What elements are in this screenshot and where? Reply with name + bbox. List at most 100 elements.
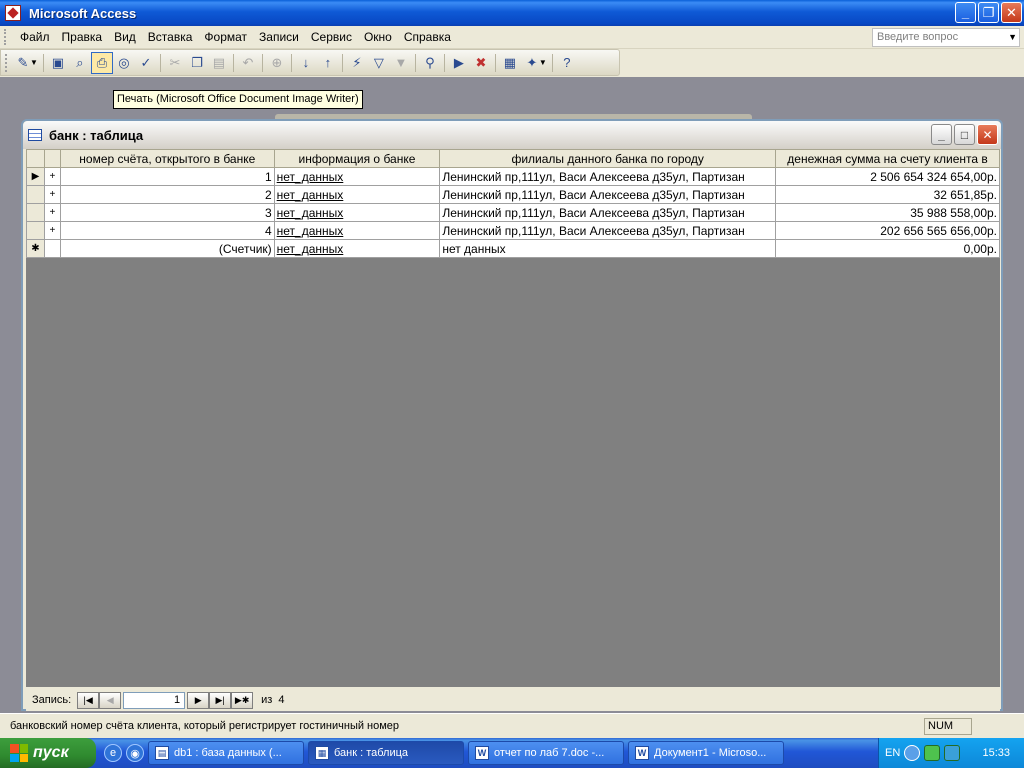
- record-selector-current[interactable]: ▶: [26, 167, 45, 186]
- network-icon[interactable]: [924, 745, 941, 761]
- menu-grip[interactable]: [4, 29, 8, 45]
- expand-subdatasheet-button[interactable]: +: [43, 167, 61, 186]
- tray-expand-icon[interactable]: [904, 745, 921, 761]
- child-minimize-button[interactable]: _: [931, 124, 952, 145]
- expand-subdatasheet-button[interactable]: +: [43, 203, 61, 222]
- cell-bank-info-link[interactable]: нет_данных: [273, 239, 441, 258]
- print-icon[interactable]: ⎙: [90, 51, 113, 74]
- restore-button[interactable]: ❐: [978, 2, 999, 23]
- menu-format[interactable]: Формат: [198, 30, 253, 44]
- menu-records[interactable]: Записи: [253, 30, 305, 44]
- child-close-button[interactable]: ✕: [977, 124, 998, 145]
- menu-window[interactable]: Окно: [358, 30, 398, 44]
- expand-subdatasheet-button[interactable]: +: [43, 221, 61, 240]
- cell-bank-info-link[interactable]: нет_данных: [273, 221, 441, 240]
- print-preview-icon[interactable]: ◎: [113, 52, 135, 74]
- cell-amount[interactable]: 2 506 654 324 654,00р.: [775, 167, 1000, 186]
- cell-amount[interactable]: 202 656 565 656,00р.: [775, 221, 1000, 240]
- internet-explorer-icon[interactable]: e: [104, 744, 122, 762]
- cut-icon[interactable]: ✂: [164, 52, 186, 74]
- record-selector[interactable]: [26, 185, 45, 204]
- cell-account-number[interactable]: 4: [59, 221, 275, 240]
- language-indicator[interactable]: EN: [885, 747, 900, 759]
- new-record-selector[interactable]: ✱: [26, 239, 45, 258]
- toolbar-grip[interactable]: [5, 53, 9, 72]
- toolbar-separator: [42, 53, 44, 72]
- chevron-down-icon[interactable]: ▼: [1008, 29, 1017, 46]
- child-maximize-button[interactable]: □: [954, 124, 975, 145]
- cell-amount[interactable]: 0,00р.: [775, 239, 1000, 258]
- hyperlink-icon[interactable]: ⊕: [266, 52, 288, 74]
- table-window-title-bar[interactable]: банк : таблица _ □ ✕: [23, 121, 1001, 149]
- column-header-account-number[interactable]: номер счёта, открытого в банке: [59, 149, 275, 168]
- menu-tools[interactable]: Сервис: [305, 30, 358, 44]
- find-icon[interactable]: ⚲: [419, 52, 441, 74]
- sort-descending-icon[interactable]: ↑: [317, 52, 339, 74]
- new-record-nav-button[interactable]: ▶✱: [231, 691, 254, 709]
- previous-record-button[interactable]: ◀: [99, 691, 122, 709]
- status-bar: банковский номер счёта клиента, который …: [0, 713, 1024, 738]
- cell-bank-info-link[interactable]: нет_данных: [273, 185, 441, 204]
- taskbar-task-report-doc[interactable]: W отчет по лаб 7.doc -...: [468, 741, 624, 765]
- undo-icon[interactable]: ↶: [237, 52, 259, 74]
- ask-question-box[interactable]: Введите вопрос ▼: [872, 28, 1020, 47]
- record-selector[interactable]: [26, 203, 45, 222]
- cell-account-number[interactable]: 3: [59, 203, 275, 222]
- save-icon[interactable]: ▣: [47, 52, 69, 74]
- expand-subdatasheet-button[interactable]: +: [43, 185, 61, 204]
- help-icon[interactable]: ?: [556, 52, 578, 74]
- current-record-input[interactable]: [123, 691, 186, 709]
- menu-insert[interactable]: Вставка: [142, 30, 199, 44]
- select-all-cell[interactable]: [26, 149, 45, 168]
- browser-icon[interactable]: ◉: [126, 744, 144, 762]
- cell-branches[interactable]: Ленинский пр,111ул, Васи Алексеева д35ул…: [439, 203, 777, 222]
- cell-account-number[interactable]: 2: [59, 185, 275, 204]
- menu-edit[interactable]: Правка: [56, 30, 109, 44]
- chevron-down-icon[interactable]: ▼: [539, 58, 547, 67]
- taskbar-task-db1[interactable]: ▤ db1 : база данных (...: [148, 741, 304, 765]
- spelling-icon[interactable]: ✓: [135, 52, 157, 74]
- access-app-icon[interactable]: [5, 5, 21, 21]
- num-lock-indicator: NUM: [924, 718, 972, 735]
- copy-icon[interactable]: ❐: [186, 52, 208, 74]
- security-icon[interactable]: [944, 745, 961, 761]
- record-selector[interactable]: [26, 221, 45, 240]
- clock[interactable]: 15:33: [982, 747, 1010, 759]
- search-icon[interactable]: ⌕: [69, 52, 91, 74]
- cell-branches[interactable]: Ленинский пр,111ул, Васи Алексеева д35ул…: [439, 221, 777, 240]
- cell-branches[interactable]: нет данных: [439, 239, 777, 258]
- last-record-button[interactable]: ▶|: [209, 691, 232, 709]
- next-record-button[interactable]: ▶: [187, 691, 210, 709]
- first-record-button[interactable]: |◀: [77, 691, 100, 709]
- start-button[interactable]: пуск: [0, 738, 96, 768]
- menu-file[interactable]: Файл: [14, 30, 56, 44]
- cell-branches[interactable]: Ленинский пр,111ул, Васи Алексеева д35ул…: [439, 167, 777, 186]
- cell-bank-info-link[interactable]: нет_данных: [273, 203, 441, 222]
- chevron-down-icon[interactable]: ▼: [30, 58, 38, 67]
- cell-account-number-autonumber[interactable]: (Счетчик): [59, 239, 275, 258]
- sort-ascending-icon[interactable]: ↓: [295, 52, 317, 74]
- menu-view[interactable]: Вид: [108, 30, 142, 44]
- cell-branches[interactable]: Ленинский пр,111ул, Васи Алексеева д35ул…: [439, 185, 777, 204]
- delete-record-icon[interactable]: ✖: [470, 52, 492, 74]
- taskbar-task-document1[interactable]: W Документ1 - Microso...: [628, 741, 784, 765]
- quick-launch: e ◉: [104, 744, 144, 762]
- taskbar-task-bank-table[interactable]: ▦ банк : таблица: [308, 741, 464, 765]
- filter-by-selection-icon[interactable]: ⚡: [346, 52, 368, 74]
- menu-help[interactable]: Справка: [398, 30, 457, 44]
- filter-by-form-icon[interactable]: ▽: [368, 52, 390, 74]
- new-record-icon[interactable]: ▶: [448, 52, 470, 74]
- column-header-amount[interactable]: денежная сумма на счету клиента в: [775, 149, 1000, 168]
- database-window-icon[interactable]: ▦: [499, 52, 521, 74]
- minimize-button[interactable]: _: [955, 2, 976, 23]
- apply-filter-icon[interactable]: ▼: [390, 52, 412, 74]
- cell-bank-info-link[interactable]: нет_данных: [273, 167, 441, 186]
- close-button[interactable]: ✕: [1001, 2, 1022, 23]
- column-header-branches[interactable]: филиалы данного банка по городу: [439, 149, 777, 168]
- cell-account-number[interactable]: 1: [59, 167, 275, 186]
- cell-amount[interactable]: 32 651,85р.: [775, 185, 1000, 204]
- table-row: + 3 нет_данных Ленинский пр,111ул, Васи …: [26, 203, 1000, 222]
- cell-amount[interactable]: 35 988 558,00р.: [775, 203, 1000, 222]
- paste-icon[interactable]: ▤: [208, 52, 230, 74]
- column-header-bank-info[interactable]: информация о банке: [273, 149, 441, 168]
